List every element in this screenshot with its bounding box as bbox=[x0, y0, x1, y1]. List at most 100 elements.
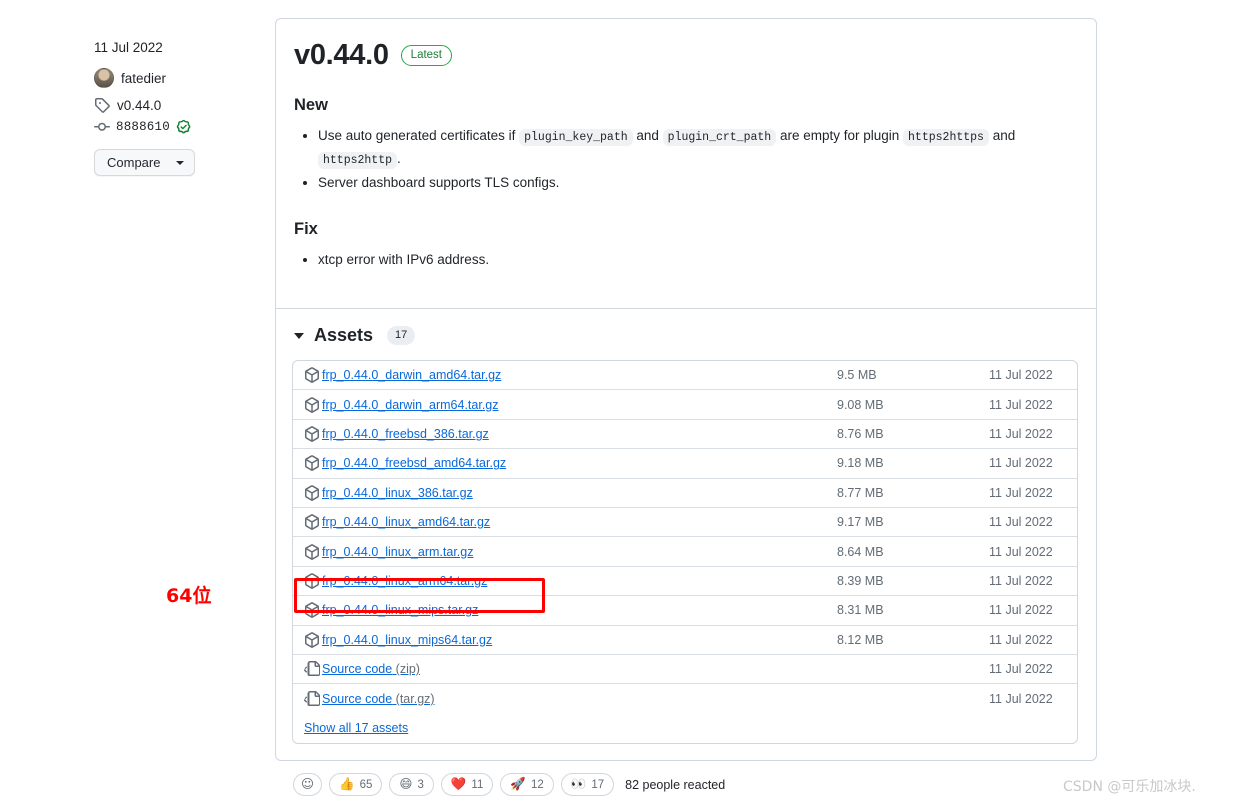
notes-list: xtcp error with IPv6 address. bbox=[294, 249, 1078, 271]
file-code-icon bbox=[304, 690, 320, 707]
compare-button-label: Compare bbox=[107, 155, 161, 170]
assets-header[interactable]: Assets 17 bbox=[294, 325, 1080, 346]
reactions-bar: ☺ 👍 65 😄 3 ❤️ 11 🚀 12 👀 17 82 people reacted bbox=[293, 773, 725, 796]
asset-link[interactable]: frp_0.44.0_linux_mips64.tar.gz bbox=[322, 633, 492, 647]
add-reaction-button[interactable]: ☺ bbox=[293, 773, 323, 796]
reaction-emoji: 👍 bbox=[339, 776, 355, 792]
asset-link[interactable]: frp_0.44.0_darwin_arm64.tar.gz bbox=[322, 398, 499, 412]
assets-title: Assets bbox=[314, 325, 374, 345]
asset-date: 11 Jul 2022 bbox=[989, 397, 1053, 412]
smiley-plus-icon: ☺ bbox=[301, 776, 315, 792]
asset-size: 9.08 MB bbox=[837, 397, 884, 412]
release-notes: New Use auto generated certificates if pl… bbox=[294, 96, 1078, 271]
reaction-count: 17 bbox=[591, 778, 605, 791]
assets-section: Assets 17 frp_0.44.0_darwin_amd64.tar.gz… bbox=[276, 309, 1096, 760]
inline-code: https2http bbox=[318, 151, 398, 169]
asset-row[interactable]: frp_0.44.0_freebsd_amd64.tar.gz 9.18 MB 11… bbox=[293, 449, 1077, 479]
asset-link[interactable]: Source code (tar.gz) bbox=[322, 692, 435, 706]
asset-link[interactable]: frp_0.44.0_linux_386.tar.gz bbox=[322, 486, 473, 500]
commit-hash[interactable]: 8888610 bbox=[116, 120, 170, 134]
notes-list-item: xtcp error with IPv6 address. bbox=[318, 249, 1078, 271]
author-row[interactable]: fatedier bbox=[94, 68, 264, 88]
asset-name-cell: frp_0.44.0_freebsd_amd64.tar.gz bbox=[304, 455, 837, 472]
asset-date: 11 Jul 2022 bbox=[989, 691, 1053, 706]
asset-name-cell: frp_0.44.0_linux_mips.tar.gz bbox=[304, 602, 837, 619]
asset-size: 9.17 MB bbox=[837, 515, 884, 530]
compare-button[interactable]: Compare bbox=[94, 149, 196, 176]
asset-link[interactable]: Source code (zip) bbox=[322, 662, 420, 676]
show-all-assets-link[interactable]: Show all 17 assets bbox=[304, 721, 408, 735]
watermark: CSDN @可乐加冰块. bbox=[1063, 779, 1196, 795]
notes-heading: New bbox=[294, 96, 328, 114]
reaction-button[interactable]: ❤️ 11 bbox=[440, 773, 494, 796]
asset-link[interactable]: frp_0.44.0_linux_amd64.tar.gz bbox=[322, 515, 490, 529]
package-icon bbox=[304, 396, 320, 413]
reaction-button[interactable]: 👍 65 bbox=[329, 773, 383, 796]
asset-date: 11 Jul 2022 bbox=[989, 515, 1053, 530]
asset-link[interactable]: frp_0.44.0_freebsd_386.tar.gz bbox=[322, 427, 489, 441]
reaction-button[interactable]: 😄 3 bbox=[389, 773, 434, 796]
commit-row[interactable]: 8888610 bbox=[94, 119, 264, 135]
release-body: v0.44.0 Latest New Use auto generated cer… bbox=[276, 19, 1096, 309]
reactions-summary: 82 people reacted bbox=[625, 777, 726, 792]
asset-link[interactable]: frp_0.44.0_freebsd_amd64.tar.gz bbox=[322, 456, 506, 470]
asset-name-cell: Source code (tar.gz) bbox=[304, 690, 837, 707]
commit-icon bbox=[94, 119, 110, 135]
asset-size: 8.31 MB bbox=[837, 603, 884, 618]
asset-row[interactable]: frp_0.44.0_freebsd_386.tar.gz 8.76 MB 11 J… bbox=[293, 420, 1077, 450]
asset-link[interactable]: frp_0.44.0_linux_arm.tar.gz bbox=[322, 545, 473, 559]
asset-link[interactable]: frp_0.44.0_linux_mips.tar.gz bbox=[322, 603, 478, 617]
asset-name-cell: frp_0.44.0_linux_amd64.tar.gz bbox=[304, 514, 837, 530]
asset-row[interactable]: frp_0.44.0_linux_386.tar.gz 8.77 MB 11 Jul… bbox=[293, 479, 1077, 508]
package-icon bbox=[304, 426, 320, 442]
file-code-icon bbox=[304, 661, 320, 677]
tag-icon bbox=[94, 97, 110, 113]
asset-row[interactable]: frp_0.44.0_darwin_arm64.tar.gz 9.08 MB 11 … bbox=[293, 390, 1077, 420]
chevron-down-icon bbox=[176, 160, 185, 165]
reaction-button[interactable]: 👀 17 bbox=[560, 773, 615, 796]
asset-date: 11 Jul 2022 bbox=[989, 632, 1053, 647]
triangle-down-icon bbox=[294, 332, 304, 339]
asset-size: 8.76 MB bbox=[837, 426, 884, 441]
asset-name-cell: frp_0.44.0_freebsd_386.tar.gz bbox=[304, 426, 837, 442]
asset-link-suffix: (zip) bbox=[392, 662, 420, 677]
asset-link[interactable]: frp_0.44.0_linux_arm64.tar.gz bbox=[322, 574, 487, 588]
asset-link[interactable]: frp_0.44.0_darwin_amd64.tar.gz bbox=[322, 368, 501, 382]
author-name[interactable]: fatedier bbox=[121, 71, 166, 86]
show-all-assets-row[interactable]: Show all 17 assets bbox=[293, 714, 1077, 743]
asset-size: 8.77 MB bbox=[837, 485, 884, 500]
tag-row[interactable]: v0.44.0 bbox=[94, 97, 264, 113]
page-title: v0.44.0 bbox=[294, 39, 389, 71]
asset-date: 11 Jul 2022 bbox=[989, 573, 1053, 588]
asset-name-cell: frp_0.44.0_darwin_arm64.tar.gz bbox=[304, 396, 837, 413]
release-date: 11 Jul 2022 bbox=[94, 40, 163, 55]
notes-list-item: Use auto generated certificates if plugi… bbox=[318, 125, 1078, 170]
tag-name[interactable]: v0.44.0 bbox=[117, 98, 161, 113]
release-title-row: v0.44.0 Latest bbox=[294, 41, 1078, 70]
asset-date: 11 Jul 2022 bbox=[989, 456, 1053, 471]
asset-size: 8.12 MB bbox=[837, 632, 884, 647]
inline-code: plugin_key_path bbox=[519, 129, 633, 146]
reaction-emoji: 🚀 bbox=[510, 776, 526, 792]
asset-row[interactable]: frp_0.44.0_linux_amd64.tar.gz 9.17 MB 11 J… bbox=[293, 508, 1077, 538]
asset-size: 9.5 MB bbox=[837, 368, 877, 383]
reaction-button[interactable]: 🚀 12 bbox=[500, 773, 554, 796]
asset-row[interactable]: frp_0.44.0_linux_mips.tar.gz 8.31 MB 11 Ju… bbox=[293, 596, 1077, 626]
asset-link-suffix: (tar.gz) bbox=[392, 691, 435, 706]
reaction-emoji: 😄 bbox=[399, 776, 413, 792]
reaction-count: 3 bbox=[417, 778, 424, 791]
asset-row[interactable]: frp_0.44.0_linux_arm.tar.gz 8.64 MB 11 Jul… bbox=[293, 537, 1077, 567]
asset-row[interactable]: frp_0.44.0_darwin_amd64.tar.gz 9.5 MB 11 J… bbox=[293, 361, 1077, 391]
release-page: 11 Jul 2022 fatedier v0.44.0 8888610 Com… bbox=[0, 0, 1258, 803]
asset-row[interactable]: Source code (tar.gz) 11 Jul 2022 bbox=[293, 684, 1077, 713]
package-icon bbox=[304, 631, 320, 648]
avatar bbox=[94, 68, 114, 88]
asset-row[interactable]: frp_0.44.0_linux_mips64.tar.gz 8.12 MB 11 … bbox=[293, 626, 1077, 655]
asset-row[interactable]: frp_0.44.0_linux_arm64.tar.gz 8.39 MB 11 J… bbox=[293, 567, 1077, 597]
annotation-label: 64位 bbox=[166, 585, 212, 607]
reaction-count: 12 bbox=[530, 778, 544, 791]
package-icon bbox=[304, 602, 320, 619]
asset-date: 11 Jul 2022 bbox=[989, 426, 1053, 441]
reaction-emoji: ❤️ bbox=[450, 776, 467, 792]
asset-row[interactable]: Source code (zip) 11 Jul 2022 bbox=[293, 655, 1077, 685]
